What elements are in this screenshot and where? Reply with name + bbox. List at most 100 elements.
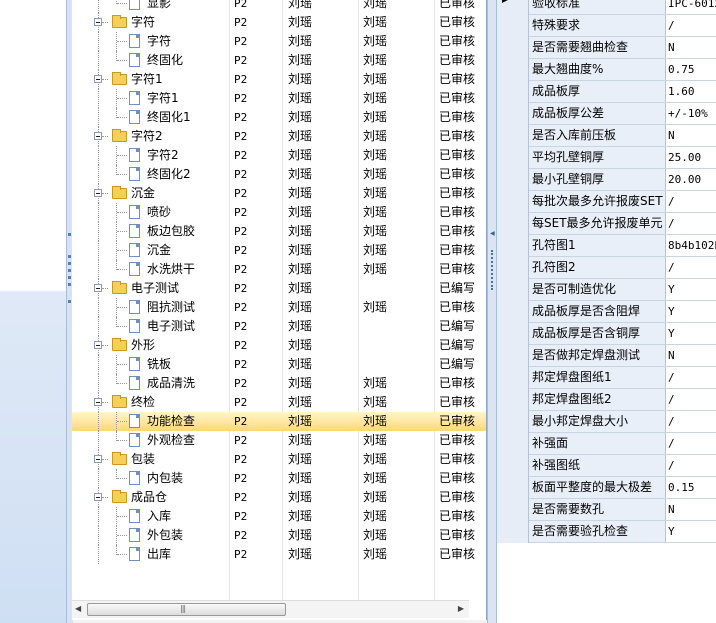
property-value[interactable]: /	[666, 411, 716, 432]
property-grid[interactable]: ▶验收标准IPC-6012特殊要求/是否需要翘曲检查N最大翘曲度%0.75成品板…	[497, 0, 716, 623]
property-value[interactable]: Y	[666, 301, 716, 322]
tree-row[interactable]: 字符 P2 刘瑶 刘瑶 已审核	[72, 32, 486, 51]
process-tree-grid[interactable]: 显影 P2 刘瑶 刘瑶 已审核 字符 P2 刘瑶 刘瑶 已审核 字符 P2 刘瑶 刘瑶 已审核 终固化 P2 刘瑶…	[72, 0, 487, 620]
property-row[interactable]: 是否可制造优化 Y	[497, 279, 716, 301]
tree-row[interactable]: 字符2 P2 刘瑶 刘瑶 已审核	[72, 127, 486, 146]
tree-row[interactable]: 终检 P2 刘瑶 刘瑶 已审核	[72, 393, 486, 412]
level-cell: P2	[234, 206, 248, 219]
tree-row[interactable]: 成品清洗 P2 刘瑶 刘瑶 已审核	[72, 374, 486, 393]
minus-box-icon[interactable]	[94, 189, 102, 197]
property-value[interactable]: +/-10%	[666, 103, 716, 124]
property-value[interactable]: Y	[666, 521, 716, 542]
property-value[interactable]: 0.75	[666, 59, 716, 80]
tree-row[interactable]: 入库 P2 刘瑶 刘瑶 已审核	[72, 507, 486, 526]
minus-box-icon[interactable]	[94, 18, 102, 26]
property-row[interactable]: 是否入库前压板 N	[497, 125, 716, 147]
minus-box-icon[interactable]	[94, 75, 102, 83]
property-row[interactable]: 孔符图1 8b4b102h	[497, 235, 716, 257]
tree-row[interactable]: 沉金 P2 刘瑶 刘瑶 已审核	[72, 241, 486, 260]
property-row[interactable]: 成品板厚是否含阻焊 Y	[497, 301, 716, 323]
tree-row[interactable]: 字符2 P2 刘瑶 刘瑶 已审核	[72, 146, 486, 165]
property-value[interactable]: /	[666, 191, 716, 212]
property-row[interactable]: 最小孔壁铜厚 20.00	[497, 169, 716, 191]
property-value[interactable]: 20.00	[666, 169, 716, 190]
property-row[interactable]: 特殊要求 /	[497, 15, 716, 37]
property-row[interactable]: 成品板厚 1.60	[497, 81, 716, 103]
tree-row[interactable]: 外包装 P2 刘瑶 刘瑶 已审核	[72, 526, 486, 545]
property-value[interactable]: N	[666, 345, 716, 366]
tree-row[interactable]: 电子测试 P2 刘瑶 已编写	[72, 317, 486, 336]
tree-row-selected[interactable]: 功能检查 P2 刘瑶 刘瑶 已审核	[72, 412, 486, 431]
property-row[interactable]: 板面平整度的最大极差 0.15	[497, 477, 716, 499]
tree-row[interactable]: 终固化 P2 刘瑶 刘瑶 已审核	[72, 51, 486, 70]
property-row[interactable]: 是否需要验孔检查 Y	[497, 521, 716, 543]
property-row[interactable]: 孔符图2/	[497, 257, 716, 279]
minus-box-icon[interactable]	[94, 284, 102, 292]
minus-box-icon[interactable]	[94, 341, 102, 349]
property-row[interactable]: 是否需要翘曲检查 N	[497, 37, 716, 59]
property-value[interactable]: 1.60	[666, 81, 716, 102]
property-value[interactable]: Y	[666, 323, 716, 344]
level-cell: P2	[234, 396, 248, 409]
arrow-right-icon[interactable]: ▶	[458, 604, 464, 613]
property-row[interactable]: 成品板厚公差 +/-10%	[497, 103, 716, 125]
property-row[interactable]: 最小邦定焊盘大小 /	[497, 411, 716, 433]
tree-row[interactable]: 外观检查 P2 刘瑶 刘瑶 已审核	[72, 431, 486, 450]
tree-row[interactable]: 板边包胶 P2 刘瑶 刘瑶 已审核	[72, 222, 486, 241]
tree-row[interactable]: 喷砂 P2 刘瑶 刘瑶 已审核	[72, 203, 486, 222]
tree-row[interactable]: 沉金 P2 刘瑶 刘瑶 已审核	[72, 184, 486, 203]
property-value[interactable]: /	[666, 15, 716, 36]
tree-row[interactable]: 字符1 P2 刘瑶 刘瑶 已审核	[72, 89, 486, 108]
property-row[interactable]: 每SET最多允许报废单元 /	[497, 213, 716, 235]
property-value[interactable]: /	[666, 257, 716, 278]
minus-box-icon[interactable]	[94, 455, 102, 463]
property-row[interactable]: ▶ 验收标准IPC-6012	[497, 0, 716, 15]
tree-row[interactable]: 成品仓 P2 刘瑶 刘瑶 已审核	[72, 488, 486, 507]
property-row[interactable]: 是否需要数孔 N	[497, 499, 716, 521]
tree-row[interactable]: 字符 P2 刘瑶 刘瑶 已审核	[72, 13, 486, 32]
property-row[interactable]: 补强图纸 /	[497, 455, 716, 477]
property-value[interactable]: /	[666, 455, 716, 476]
property-row[interactable]: 邦定焊盘图纸1/	[497, 367, 716, 389]
tree-row[interactable]: 阻抗测试 P2 刘瑶 刘瑶 已审核	[72, 298, 486, 317]
property-row[interactable]: 平均孔壁铜厚 25.00	[497, 147, 716, 169]
minus-box-icon[interactable]	[94, 493, 102, 501]
property-row[interactable]: 最大翘曲度% 0.75	[497, 59, 716, 81]
minus-box-icon[interactable]	[94, 132, 102, 140]
property-value[interactable]: 8b4b102h	[666, 235, 716, 256]
horizontal-scroll-thumb[interactable]: |||	[87, 603, 286, 616]
tree-row[interactable]: 外形 P2 刘瑶 已编写	[72, 336, 486, 355]
property-value[interactable]: 0.15	[666, 477, 716, 498]
property-value[interactable]: /	[666, 367, 716, 388]
middle-splitter[interactable]: ◀	[487, 0, 497, 623]
property-value[interactable]: N	[666, 37, 716, 58]
minus-box-icon[interactable]	[94, 398, 102, 406]
tree-row[interactable]: 字符1 P2 刘瑶 刘瑶 已审核	[72, 70, 486, 89]
tree-row[interactable]: 铣板 P2 刘瑶 已编写	[72, 355, 486, 374]
property-value[interactable]: Y	[666, 279, 716, 300]
property-row[interactable]: 每批次最多允许报废SET /	[497, 191, 716, 213]
tree-row[interactable]: 终固化2 P2 刘瑶 刘瑶 已审核	[72, 165, 486, 184]
tree-row[interactable]: 电子测试 P2 刘瑶 已编写	[72, 279, 486, 298]
property-row[interactable]: 补强面 /	[497, 433, 716, 455]
property-row[interactable]: 邦定焊盘图纸2/	[497, 389, 716, 411]
tree-row[interactable]: 内包装 P2 刘瑶 刘瑶 已审核	[72, 469, 486, 488]
property-value[interactable]: N	[666, 125, 716, 146]
tree-horizontal-scrollbar[interactable]: ◀ ||| ▶	[72, 600, 469, 618]
tree-row[interactable]: 出库 P2 刘瑶 刘瑶 已审核	[72, 545, 486, 564]
property-value[interactable]: /	[666, 389, 716, 410]
property-name: 孔符图2	[529, 257, 666, 278]
property-value[interactable]: /	[666, 213, 716, 234]
property-row[interactable]: 成品板厚是否含铜厚 Y	[497, 323, 716, 345]
property-row[interactable]: 是否做邦定焊盘测试 N	[497, 345, 716, 367]
tree-row[interactable]: 包装 P2 刘瑶 刘瑶 已审核	[72, 450, 486, 469]
arrow-left-icon[interactable]: ◀	[75, 604, 81, 613]
property-value[interactable]: N	[666, 499, 716, 520]
collapse-left-icon[interactable]: ◀	[490, 230, 495, 237]
property-value[interactable]: IPC-6012	[666, 0, 716, 14]
tree-row[interactable]: 显影 P2 刘瑶 刘瑶 已审核	[72, 0, 486, 13]
tree-row[interactable]: 终固化1 P2 刘瑶 刘瑶 已审核	[72, 108, 486, 127]
tree-row[interactable]: 水洗烘干 P2 刘瑶 刘瑶 已审核	[72, 260, 486, 279]
property-value[interactable]: 25.00	[666, 147, 716, 168]
property-value[interactable]: /	[666, 433, 716, 454]
